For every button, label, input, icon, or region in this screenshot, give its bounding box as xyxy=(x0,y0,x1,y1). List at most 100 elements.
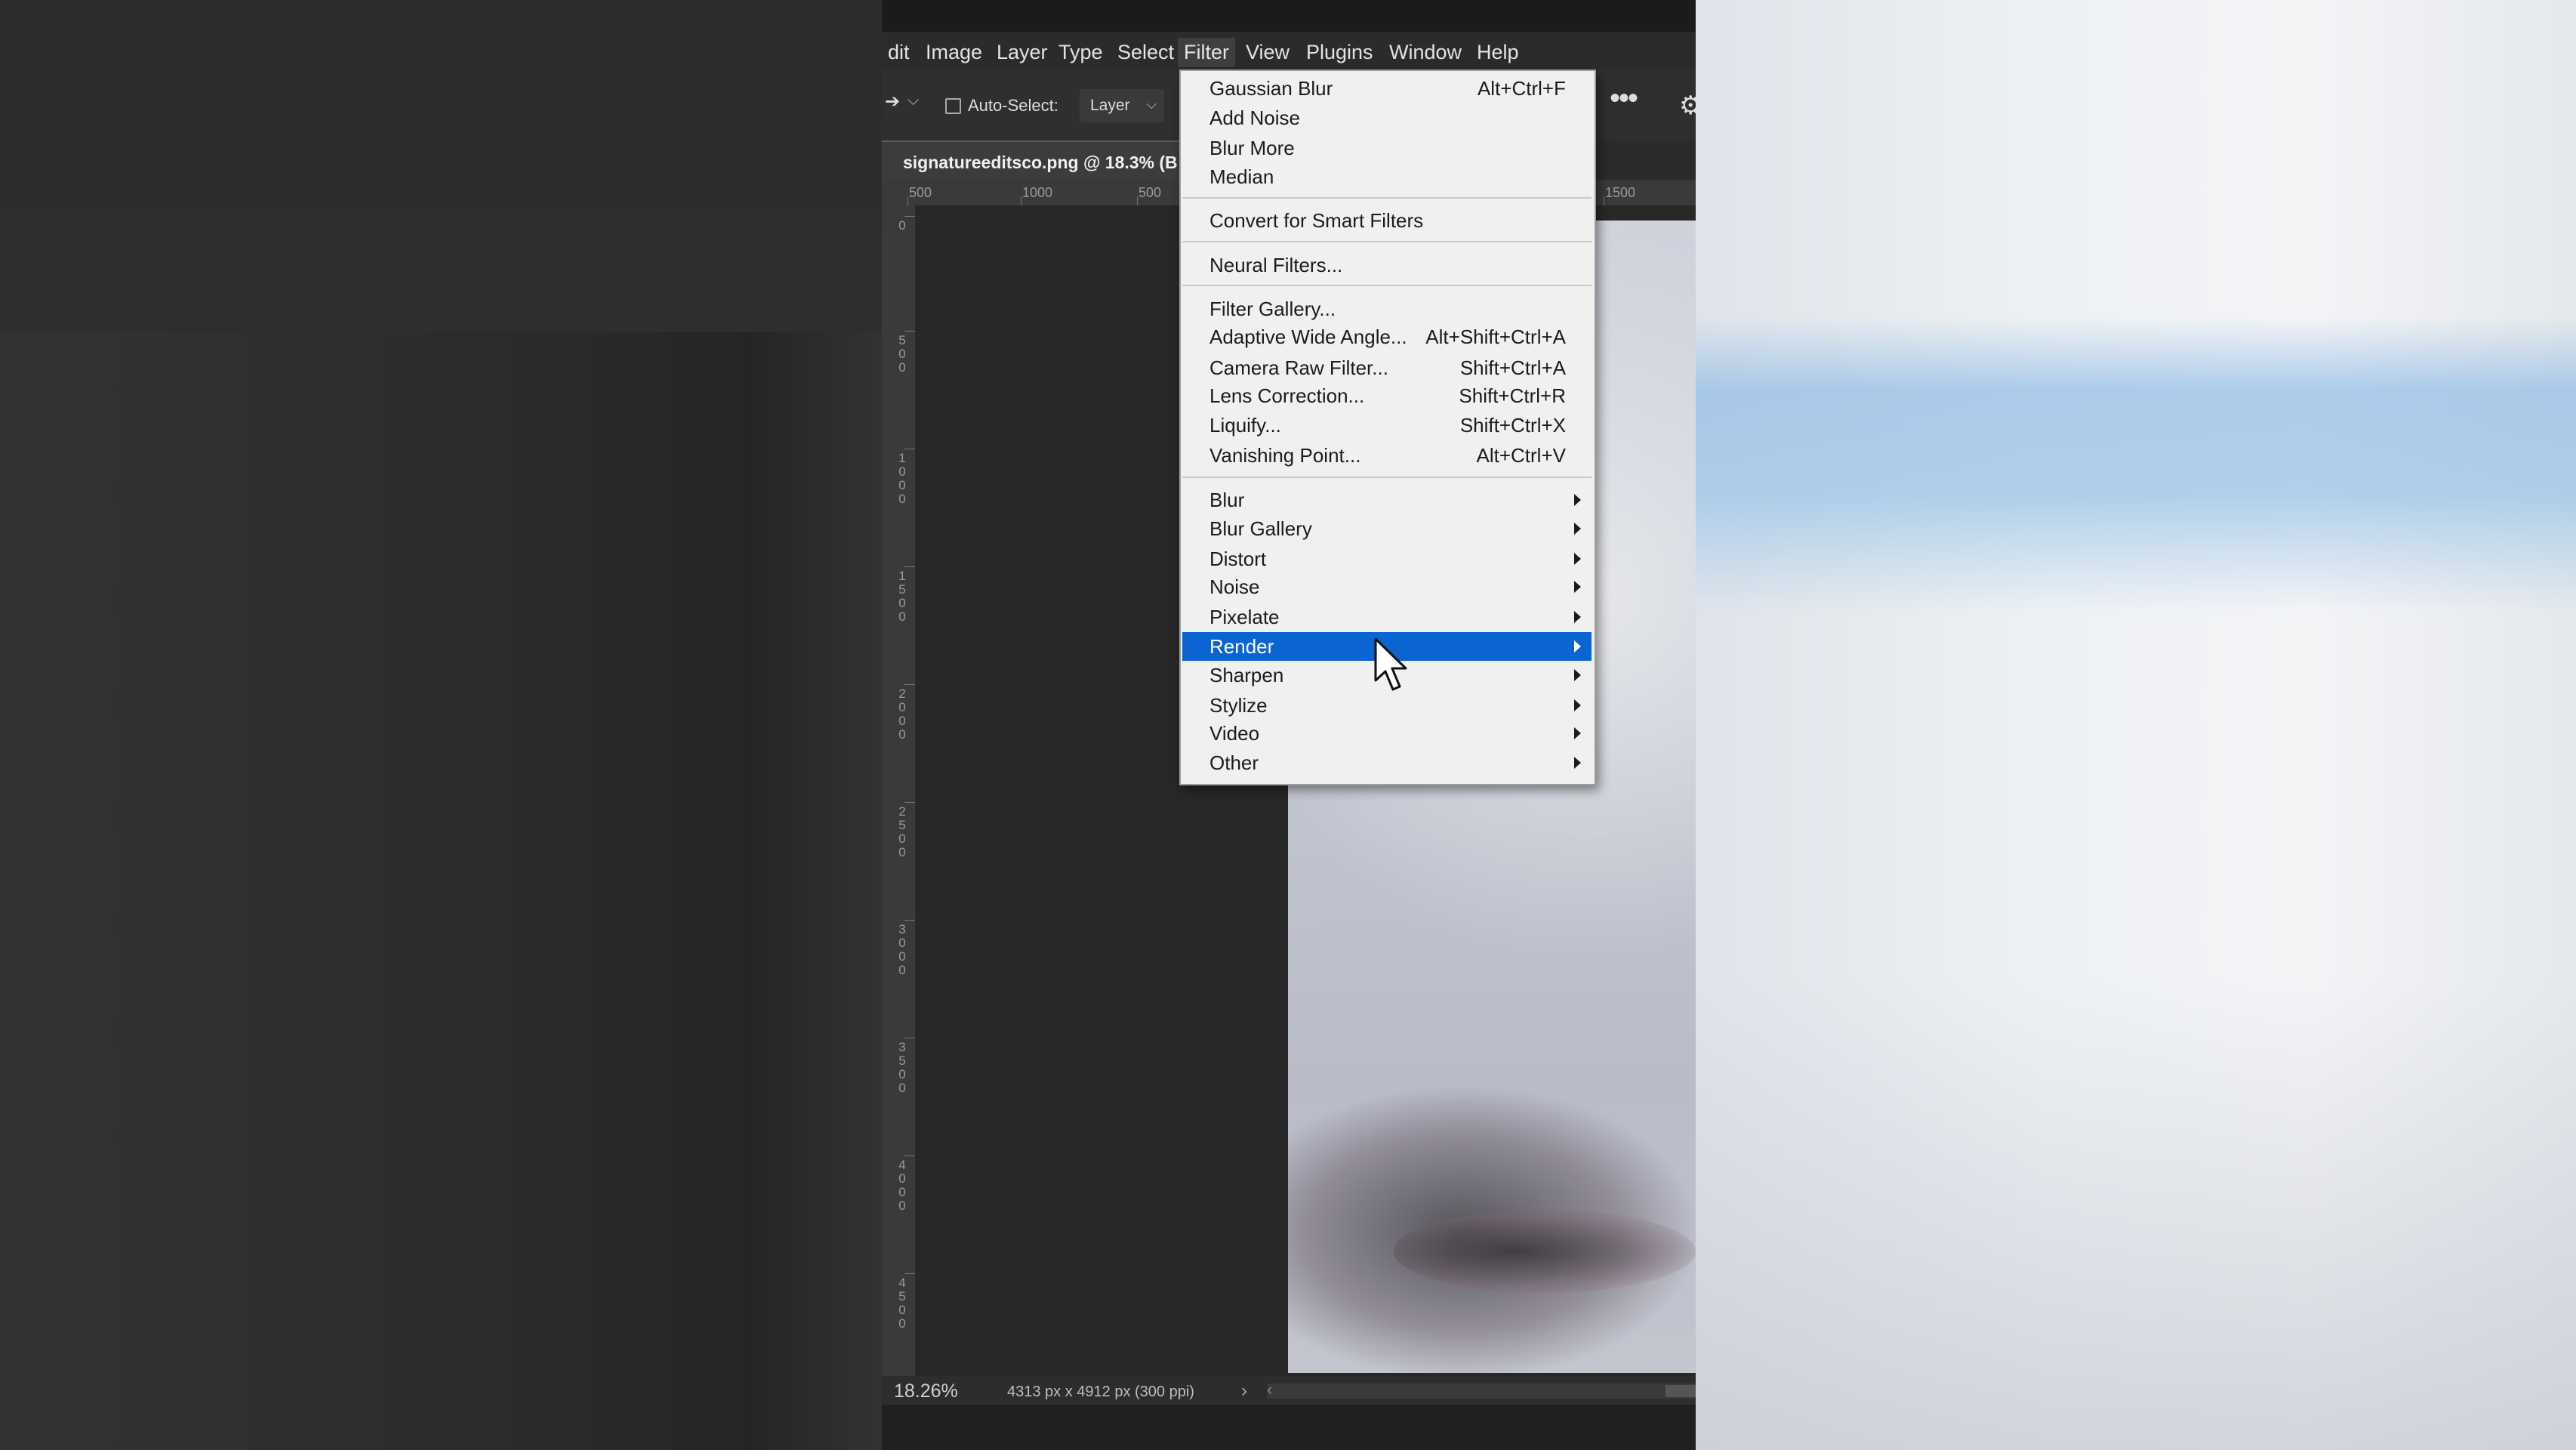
ellipsis-icon[interactable]: ••• xyxy=(1610,82,1638,116)
menu-item-convert-smart-filters[interactable]: Convert for Smart Filters xyxy=(1182,206,1592,235)
submenu-arrow-icon xyxy=(1574,611,1581,623)
menu-item-blur-gallery[interactable]: Blur Gallery xyxy=(1182,514,1592,543)
menu-item-add-noise[interactable]: Add Noise xyxy=(1182,103,1592,132)
menu-item-pixelate[interactable]: Pixelate xyxy=(1182,603,1592,631)
auto-select-checkbox[interactable] xyxy=(945,98,961,114)
menu-type[interactable]: Type xyxy=(1052,38,1109,67)
menu-filter[interactable]: Filter xyxy=(1178,38,1235,67)
menu-item-median[interactable]: Median xyxy=(1182,162,1592,191)
ruler-digit: 1 xyxy=(898,569,906,583)
ruler-digit: 0 xyxy=(898,949,906,964)
gear-icon[interactable]: ⚙ xyxy=(1679,91,1696,121)
ruler-label: 0 xyxy=(897,219,907,233)
chevron-left-icon[interactable]: ‹ xyxy=(1267,1380,1272,1399)
menu-item-label: Adaptive Wide Angle... xyxy=(1209,325,1407,348)
auto-select-label: Auto-Select: xyxy=(968,96,1058,115)
menu-item-label: Sharpen xyxy=(1209,664,1284,686)
auto-select-target-dropdown[interactable]: Layer ⌵ xyxy=(1080,89,1164,122)
menu-image[interactable]: Image xyxy=(920,38,988,67)
bottom-strip xyxy=(882,1405,1696,1450)
ruler-digit: 0 xyxy=(898,347,906,361)
menu-item-blur-more[interactable]: Blur More xyxy=(1182,134,1592,162)
submenu-arrow-icon xyxy=(1574,757,1581,769)
menu-item-video[interactable]: Video xyxy=(1182,719,1592,748)
ruler-digit: 0 xyxy=(898,1081,906,1095)
menu-item-neural-filters[interactable]: Neural Filters... xyxy=(1182,251,1592,279)
menu-item-vanishing-point[interactable]: Vanishing Point... Alt+Ctrl+V xyxy=(1182,441,1592,470)
ruler-tick xyxy=(1137,196,1138,205)
menu-item-label: Other xyxy=(1209,751,1259,774)
menu-item-label: Add Noise xyxy=(1209,106,1300,129)
horizontal-scrollbar[interactable]: ‹ xyxy=(1267,1380,1696,1399)
menu-select[interactable]: Select xyxy=(1111,38,1180,67)
vertical-ruler: 0 500 1000 1500 2000 2500 3000 3500 4000… xyxy=(882,205,916,1376)
ruler-digit: 5 xyxy=(898,818,906,832)
ruler-digit: 0 xyxy=(898,700,906,714)
ruler-digit: 0 xyxy=(898,831,906,846)
ruler-tick xyxy=(907,196,908,205)
menu-edit[interactable]: dit xyxy=(882,38,916,67)
ruler-digit: 0 xyxy=(898,1316,906,1331)
ruler-digit: 0 xyxy=(898,936,906,950)
document-tab[interactable]: signatureeditsco.png @ 18.3% (B xyxy=(882,140,1184,181)
submenu-arrow-icon xyxy=(1574,699,1581,711)
menu-item-blur[interactable]: Blur xyxy=(1182,486,1592,514)
tool-preset-chevron-icon[interactable]: ⌵ xyxy=(907,92,919,110)
menu-item-filter-gallery[interactable]: Filter Gallery... xyxy=(1182,295,1592,323)
ruler-digit: 0 xyxy=(898,1067,906,1081)
ruler-tick xyxy=(904,802,915,803)
title-strip xyxy=(882,0,1696,32)
menu-item-label: Pixelate xyxy=(1209,606,1280,628)
ruler-tick xyxy=(904,684,915,685)
ruler-label: 500 xyxy=(897,334,907,375)
ruler-label: 1500 xyxy=(1605,185,1636,200)
menu-item-adaptive-wide-angle[interactable]: Adaptive Wide Angle... Alt+Shift+Ctrl+A xyxy=(1182,322,1592,351)
menu-item-other[interactable]: Other xyxy=(1182,748,1592,777)
ruler-digit: 0 xyxy=(898,609,906,624)
menu-item-gaussian-blur[interactable]: Gaussian Blur Alt+Ctrl+F xyxy=(1182,74,1592,103)
menu-item-stylize[interactable]: Stylize xyxy=(1182,691,1592,720)
ruler-tick xyxy=(904,216,915,217)
menu-item-shortcut: Alt+Shift+Ctrl+A xyxy=(1425,325,1566,348)
menu-item-camera-raw-filter[interactable]: Camera Raw Filter... Shift+Ctrl+A xyxy=(1182,353,1592,382)
submenu-arrow-icon xyxy=(1574,494,1581,506)
menu-item-label: Gaussian Blur xyxy=(1209,77,1333,100)
menu-item-label: Neural Filters... xyxy=(1209,254,1343,276)
blurred-background-left-top xyxy=(0,0,882,332)
ruler-tick xyxy=(904,1273,915,1274)
ruler-label: 500 xyxy=(1139,185,1162,200)
menu-help[interactable]: Help xyxy=(1471,38,1525,67)
menu-item-shortcut: Alt+Ctrl+F xyxy=(1477,77,1566,100)
menu-item-lens-correction[interactable]: Lens Correction... Shift+Ctrl+R xyxy=(1182,381,1592,410)
ruler-label: 4000 xyxy=(897,1158,907,1213)
menu-item-liquify[interactable]: Liquify... Shift+Ctrl+X xyxy=(1182,411,1592,440)
ruler-tick xyxy=(904,566,915,567)
menu-plugins[interactable]: Plugins xyxy=(1300,38,1379,67)
chevron-right-icon[interactable]: › xyxy=(1241,1381,1247,1402)
menu-separator xyxy=(1182,241,1592,242)
menu-item-distort[interactable]: Distort xyxy=(1182,545,1592,573)
menu-item-noise[interactable]: Noise xyxy=(1182,572,1592,601)
mouse-pointer-icon xyxy=(1374,637,1407,691)
ruler-label: 2500 xyxy=(897,805,907,859)
image-shadow-detail xyxy=(1394,1210,1696,1293)
ruler-tick xyxy=(904,331,915,332)
ruler-digit: 0 xyxy=(898,360,906,375)
move-tool-arrow-icon[interactable]: ➔ xyxy=(885,91,900,113)
menu-separator xyxy=(1182,477,1592,478)
menu-item-label: Camera Raw Filter... xyxy=(1209,356,1388,379)
menu-item-label: Vanishing Point... xyxy=(1209,444,1361,467)
scrollbar-thumb[interactable] xyxy=(1665,1385,1696,1397)
menu-view[interactable]: View xyxy=(1240,38,1296,67)
ruler-digit: 0 xyxy=(898,596,906,610)
ruler-digit: 2 xyxy=(898,804,906,819)
ruler-digit: 0 xyxy=(898,218,906,233)
document-info: 4313 px x 4912 px (300 ppi) xyxy=(1007,1384,1194,1400)
menu-window[interactable]: Window xyxy=(1383,38,1468,67)
submenu-arrow-icon xyxy=(1574,581,1581,593)
zoom-level[interactable]: 18.26% xyxy=(894,1381,958,1402)
ruler-digit: 5 xyxy=(898,582,906,597)
menu-layer[interactable]: Layer xyxy=(991,38,1054,67)
ruler-digit: 4 xyxy=(898,1158,906,1172)
menu-bar: dit Image Layer Type Select Filter View … xyxy=(882,32,1696,69)
